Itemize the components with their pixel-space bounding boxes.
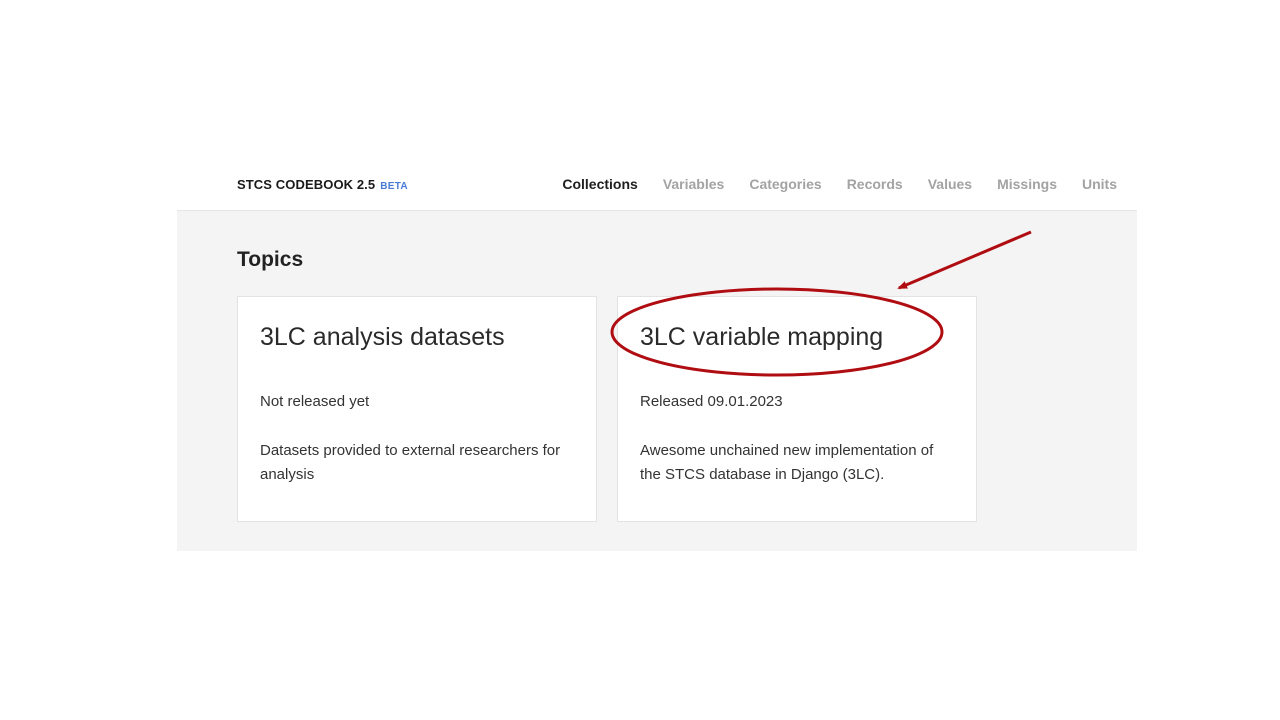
card-status: Released 09.01.2023: [640, 393, 783, 410]
nav-records[interactable]: Records: [847, 176, 903, 192]
nav-units[interactable]: Units: [1082, 176, 1117, 192]
nav-collections[interactable]: Collections: [562, 176, 637, 192]
card-description: Awesome unchained new implementation of …: [640, 442, 934, 483]
brand-name: STCS CODEBOOK 2.5: [237, 177, 376, 192]
topic-card-variable-mapping[interactable]: 3LC variable mapping Released 09.01.2023…: [617, 296, 977, 522]
main-nav: Collections Variables Categories Records…: [537, 176, 1117, 192]
nav-variables[interactable]: Variables: [663, 176, 725, 192]
page-title: Topics: [237, 248, 304, 271]
nav-categories[interactable]: Categories: [749, 176, 821, 192]
app-screenshot: STCS CODEBOOK 2.5 BETA Collections Variab…: [177, 156, 1137, 551]
card-description: Datasets provided to external researcher…: [260, 442, 561, 483]
card-title[interactable]: 3LC analysis datasets: [260, 323, 505, 352]
nav-values[interactable]: Values: [928, 176, 972, 192]
top-navbar: STCS CODEBOOK 2.5 BETA Collections Variab…: [177, 156, 1137, 211]
topic-card-analysis-datasets[interactable]: 3LC analysis datasets Not released yet D…: [237, 296, 597, 522]
main-content: Topics 3LC analysis datasets Not release…: [177, 211, 1137, 551]
card-title[interactable]: 3LC variable mapping: [640, 323, 883, 352]
slide: STCS CODEBOOK 2.5 BETA Collections Variab…: [0, 0, 1280, 720]
card-status: Not released yet: [260, 393, 370, 410]
beta-badge: BETA: [380, 181, 408, 192]
nav-missings[interactable]: Missings: [997, 176, 1057, 192]
brand[interactable]: STCS CODEBOOK 2.5 BETA: [237, 177, 408, 192]
